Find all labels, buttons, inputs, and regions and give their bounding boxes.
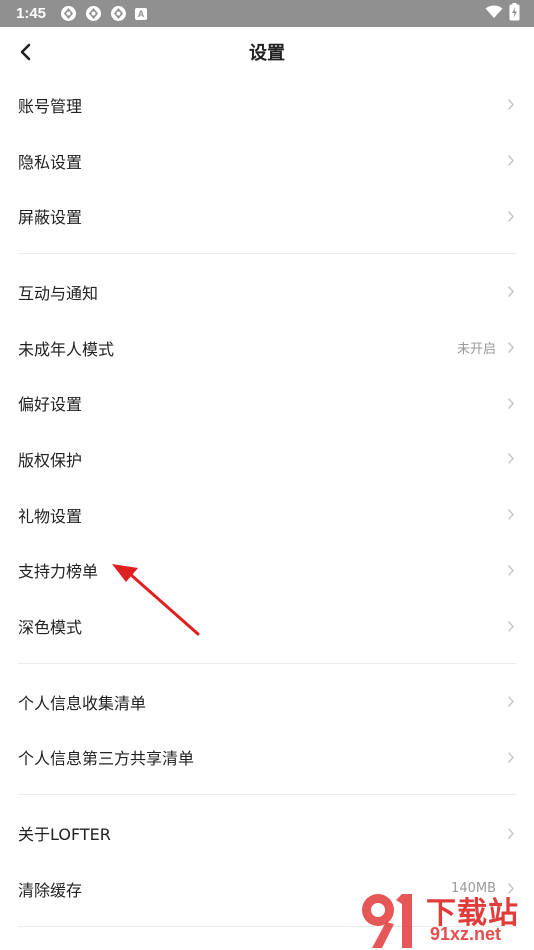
settings-item-gifts[interactable]: 礼物设置 (0, 487, 534, 543)
chevron-right-icon (506, 396, 516, 410)
chevron-right-icon (506, 695, 516, 709)
chevron-right-icon (506, 98, 516, 112)
watermark-url: 91xz.net (430, 924, 502, 944)
settings-item-account[interactable]: 账号管理 (0, 77, 534, 133)
settings-item-label: 账号管理 (18, 96, 83, 116)
chevron-right-icon (506, 452, 516, 466)
settings-group: 账号管理 隐私设置 屏蔽设置 (0, 77, 534, 244)
settings-item-privacy[interactable]: 隐私设置 (0, 133, 534, 189)
divider (18, 794, 516, 796)
settings-group: 互动与通知 未成年人模式 未开启 偏好设置 版权保护 礼物设置 支持力榜单 深色… (0, 264, 534, 654)
divider (18, 253, 516, 255)
settings-item-label: 支持力榜单 (18, 562, 99, 582)
chevron-right-icon (506, 750, 516, 764)
app-icon (85, 5, 102, 22)
a-badge-icon: A (135, 7, 148, 20)
status-bar: 1:45 A (0, 0, 534, 27)
page-title: 设置 (249, 43, 285, 64)
settings-item-label: 未成年人模式 (18, 339, 115, 359)
settings-item-label: 互动与通知 (18, 283, 99, 303)
watermark: 下载站 91xz.net (356, 886, 534, 950)
settings-item-block[interactable]: 屏蔽设置 (0, 188, 534, 244)
chevron-right-icon (506, 508, 516, 522)
settings-item-label: 礼物设置 (18, 506, 83, 526)
settings-item-label: 清除缓存 (18, 880, 83, 900)
settings-item-label: 屏蔽设置 (18, 208, 83, 228)
divider (18, 662, 516, 664)
chevron-right-icon (506, 826, 516, 840)
wifi-icon (485, 4, 503, 23)
settings-item-label: 关于LOFTER (18, 825, 111, 845)
chevron-right-icon (506, 563, 516, 577)
settings-item-third-party-sharing[interactable]: 个人信息第三方共享清单 (0, 730, 534, 786)
settings-item-minor-mode[interactable]: 未成年人模式 未开启 (0, 320, 534, 376)
settings-group: 个人信息收集清单 个人信息第三方共享清单 (0, 674, 534, 785)
settings-item-label: 版权保护 (18, 450, 83, 470)
settings-item-label: 个人信息第三方共享清单 (18, 749, 195, 769)
settings-item-support-ranking[interactable]: 支持力榜单 (0, 543, 534, 599)
settings-item-dark-mode[interactable]: 深色模式 (0, 598, 534, 654)
battery-charging-icon (509, 2, 520, 25)
settings-item-label: 隐私设置 (18, 152, 83, 172)
top-bar: 设置 (0, 27, 534, 77)
settings-item-copyright[interactable]: 版权保护 (0, 431, 534, 487)
app-icon (60, 5, 77, 22)
settings-item-label: 个人信息收集清单 (18, 693, 147, 713)
watermark-logo-icon (362, 894, 412, 948)
back-arrow-icon[interactable] (14, 41, 36, 63)
status-right (485, 2, 520, 25)
chevron-right-icon (506, 209, 516, 223)
chevron-right-icon (506, 285, 516, 299)
settings-item-about[interactable]: 关于LOFTER (0, 805, 534, 861)
minor-mode-status: 未开启 (456, 342, 496, 358)
settings-item-label: 偏好设置 (18, 395, 83, 415)
app-icon (110, 5, 127, 22)
settings-item-preferences[interactable]: 偏好设置 (0, 375, 534, 431)
settings-item-notifications[interactable]: 互动与通知 (0, 264, 534, 320)
chevron-right-icon (506, 154, 516, 168)
settings-list: 账号管理 隐私设置 屏蔽设置 互动与通知 未成年人模式 未开启 偏好设置 版权保… (0, 77, 534, 927)
settings-item-info-collection[interactable]: 个人信息收集清单 (0, 674, 534, 730)
chevron-right-icon (506, 619, 516, 633)
settings-item-label: 深色模式 (18, 618, 83, 638)
chevron-right-icon (506, 341, 516, 355)
status-time: 1:45 (16, 5, 47, 22)
